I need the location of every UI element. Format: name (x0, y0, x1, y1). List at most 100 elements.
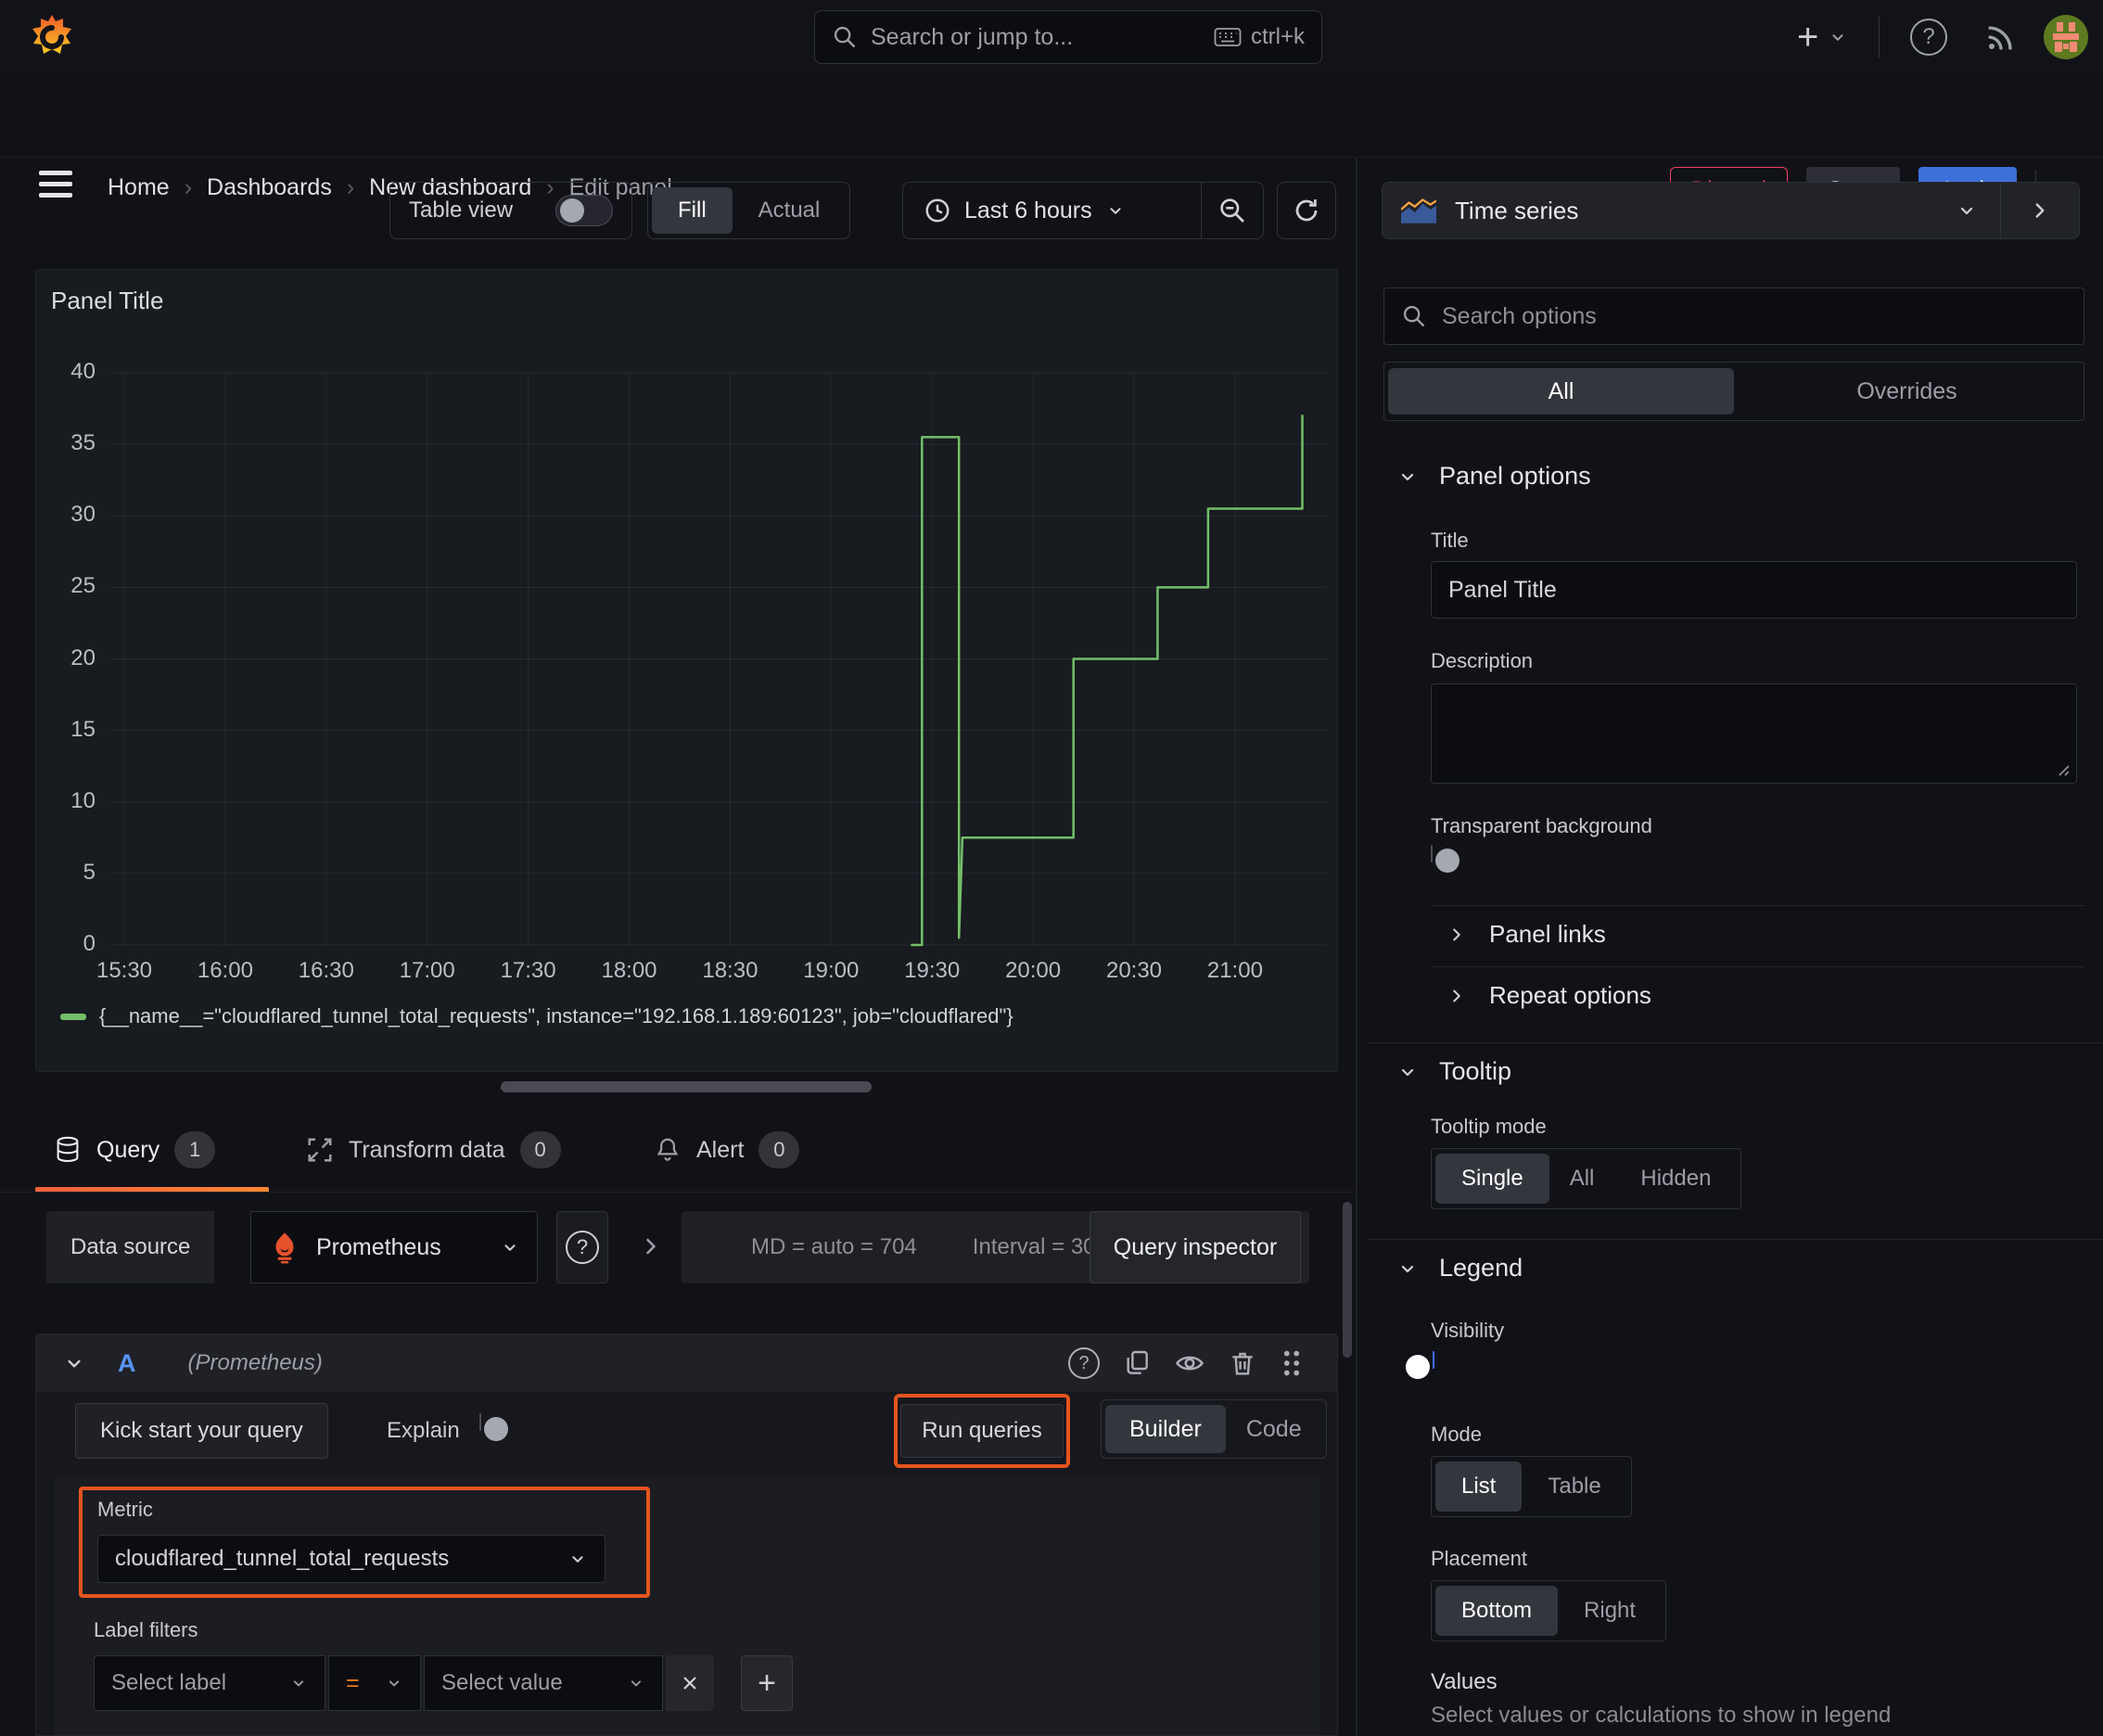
remove-filter-button[interactable] (666, 1655, 714, 1711)
time-range-picker[interactable]: Last 6 hours (903, 197, 1201, 224)
help-icon[interactable]: ? (1910, 19, 1947, 56)
builder-option[interactable]: Builder (1105, 1405, 1226, 1453)
legend-mode-table[interactable]: Table (1522, 1462, 1626, 1512)
fill-option[interactable]: Fill (652, 187, 733, 234)
panel-preview: Panel Title 0 5 10 15 20 25 30 35 40 15:30 16:00 1… (35, 269, 1338, 1072)
datasource-help-button[interactable]: ? (556, 1211, 608, 1283)
scrollbar[interactable] (1343, 1202, 1352, 1358)
breadcrumb-bar: Home › Dashboards › New dashboard › Edit… (0, 74, 2103, 213)
alert-count-badge: 0 (758, 1131, 800, 1168)
tab-all[interactable]: All (1388, 368, 1734, 415)
legend-placement-switch: Bottom Right (1431, 1580, 1667, 1641)
time-series-chart[interactable] (36, 270, 1339, 975)
drag-handle-icon[interactable] (1280, 1347, 1304, 1379)
tooltip-mode-hidden[interactable]: Hidden (1614, 1154, 1737, 1204)
refresh-button[interactable] (1277, 182, 1336, 239)
explain-toggle[interactable] (479, 1413, 508, 1441)
legend-header[interactable]: Legend (1396, 1254, 1523, 1283)
tab-transform[interactable]: Transform data 0 (306, 1131, 561, 1168)
section-divider (1368, 1042, 2103, 1043)
avatar[interactable] (2044, 15, 2088, 59)
series-swatch[interactable] (60, 1013, 86, 1020)
zoom-out-button[interactable] (1202, 196, 1263, 225)
tab-query[interactable]: Query 1 (54, 1131, 216, 1168)
delete-query-icon[interactable] (1228, 1348, 1257, 1378)
resize-handle-icon[interactable] (2056, 762, 2071, 777)
chevron-down-icon (1110, 208, 1121, 214)
tab-alert[interactable]: Alert 0 (654, 1131, 800, 1168)
tab-overrides[interactable]: Overrides (1734, 368, 2080, 415)
news-rss-icon[interactable] (1982, 19, 2020, 56)
metric-label: Metric (97, 1498, 153, 1521)
chevron-down-icon (1832, 34, 1843, 41)
expand-options-icon[interactable] (638, 1233, 664, 1259)
repeat-options-section[interactable]: Repeat options (1447, 981, 1651, 1010)
query-help-icon[interactable]: ? (1068, 1347, 1100, 1379)
close-icon (683, 1677, 696, 1690)
repeat-options-label: Repeat options (1489, 981, 1651, 1009)
x-axis-tick: 18:00 (601, 958, 657, 983)
tooltip-mode-all[interactable]: All (1549, 1154, 1615, 1204)
refresh-icon (1295, 199, 1318, 222)
visualization-name: Time series (1455, 196, 1579, 224)
explain-label: Explain (387, 1418, 460, 1443)
select-label-dropdown[interactable]: Select label (94, 1655, 325, 1711)
x-axis-tick: 20:00 (1005, 958, 1062, 983)
query-row-header[interactable]: A (Prometheus) ? (36, 1334, 1337, 1392)
legend-visibility-toggle[interactable] (1406, 1351, 1434, 1379)
menu-toggle-icon[interactable] (39, 171, 72, 198)
query-count-badge: 1 (174, 1131, 216, 1168)
bell-icon (656, 1138, 679, 1161)
table-view-toggle[interactable] (555, 195, 613, 226)
actual-option[interactable]: Actual (733, 187, 847, 234)
tooltip-mode-single[interactable]: Single (1435, 1154, 1549, 1204)
tooltip-header[interactable]: Tooltip (1396, 1057, 1511, 1086)
section-divider (1431, 966, 2084, 967)
add-filter-button[interactable]: + (741, 1655, 793, 1711)
chevron-down-icon (389, 1680, 400, 1687)
select-value-dropdown[interactable]: Select value (424, 1655, 663, 1711)
y-axis-tick: 15 (70, 716, 96, 742)
x-axis-tick: 20:30 (1105, 958, 1163, 983)
duplicate-query-icon[interactable] (1122, 1348, 1152, 1378)
global-search[interactable]: Search or jump to... ctrl+k (814, 10, 1322, 64)
prometheus-icon (275, 1232, 294, 1264)
metric-select[interactable]: cloudflared_tunnel_total_requests (97, 1535, 605, 1583)
select-label-placeholder: Select label (111, 1670, 227, 1695)
title-input[interactable]: Panel Title (1431, 561, 2077, 619)
top-nav: Search or jump to... ctrl+k + ? (0, 0, 2103, 74)
new-menu[interactable]: + (1797, 17, 1848, 57)
legend-mode-list[interactable]: List (1435, 1462, 1523, 1512)
all-overrides-tabs: All Overrides (1383, 362, 2084, 421)
run-queries-button[interactable]: Run queries (900, 1404, 1064, 1458)
legend-placement-bottom[interactable]: Bottom (1435, 1586, 1559, 1636)
datasource-name: Prometheus (316, 1233, 441, 1260)
query-ref-id[interactable]: A (118, 1349, 136, 1378)
legend-placement-right[interactable]: Right (1558, 1586, 1662, 1636)
y-axis-tick: 30 (70, 502, 96, 528)
panel-links-section[interactable]: Panel links (1447, 920, 1606, 949)
description-textarea[interactable] (1431, 683, 2077, 784)
options-search-input[interactable]: Search options (1383, 287, 2084, 345)
hide-query-icon[interactable] (1174, 1347, 1205, 1379)
breadcrumb-home[interactable]: Home (108, 174, 170, 201)
pane-divider[interactable] (1356, 158, 1357, 1736)
metric-value: cloudflared_tunnel_total_requests (115, 1546, 450, 1571)
legend-values-hint: Select values or calculations to show in… (1431, 1703, 1892, 1728)
panel-options-header[interactable]: Panel options (1396, 462, 1591, 491)
pane-resize-handle[interactable] (501, 1081, 872, 1092)
datasource-picker[interactable]: Prometheus (250, 1211, 538, 1283)
code-option[interactable]: Code (1226, 1405, 1322, 1453)
collapse-options-button[interactable] (2001, 198, 2079, 223)
grafana-logo-icon[interactable] (28, 13, 76, 61)
series-label[interactable]: {__name__="cloudflared_tunnel_total_requ… (99, 1004, 1013, 1028)
label-filters-label: Label filters (94, 1618, 198, 1641)
operator-dropdown[interactable]: = (328, 1655, 421, 1711)
section-divider (1368, 1239, 2103, 1240)
breadcrumb-dashboards[interactable]: Dashboards (207, 174, 332, 201)
visualization-picker[interactable]: Time series (1382, 182, 2080, 239)
transparent-bg-toggle[interactable] (1431, 845, 1459, 873)
query-inspector-button[interactable]: Query inspector (1090, 1211, 1301, 1283)
collapse-query-icon[interactable] (62, 1351, 86, 1375)
kickstart-query-button[interactable]: Kick start your query (75, 1403, 328, 1459)
